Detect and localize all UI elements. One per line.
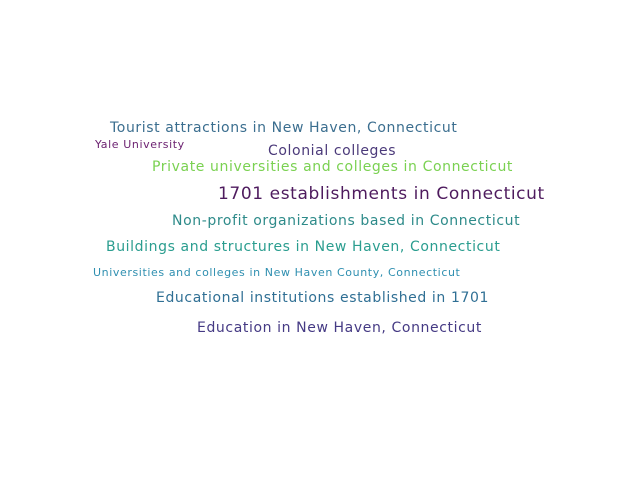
word-tourist-attractions: Tourist attractions in New Haven, Connec… [110,120,458,136]
word-private-universities: Private universities and colleges in Con… [152,159,514,175]
word-buildings-and-structures: Buildings and structures in New Haven, C… [106,239,501,255]
word-educational-institutions-1701: Educational institutions established in … [156,290,489,306]
word-non-profit-organizations: Non-profit organizations based in Connec… [172,213,521,229]
word-universities-new-haven-county: Universities and colleges in New Haven C… [93,266,461,279]
word-yale-university: Yale University [95,138,185,151]
word-cloud: Tourist attractions in New Haven, Connec… [0,0,640,480]
word-colonial-colleges: Colonial colleges [268,143,397,159]
word-1701-establishments: 1701 establishments in Connecticut [218,184,545,204]
word-education-new-haven: Education in New Haven, Connecticut [197,320,482,336]
